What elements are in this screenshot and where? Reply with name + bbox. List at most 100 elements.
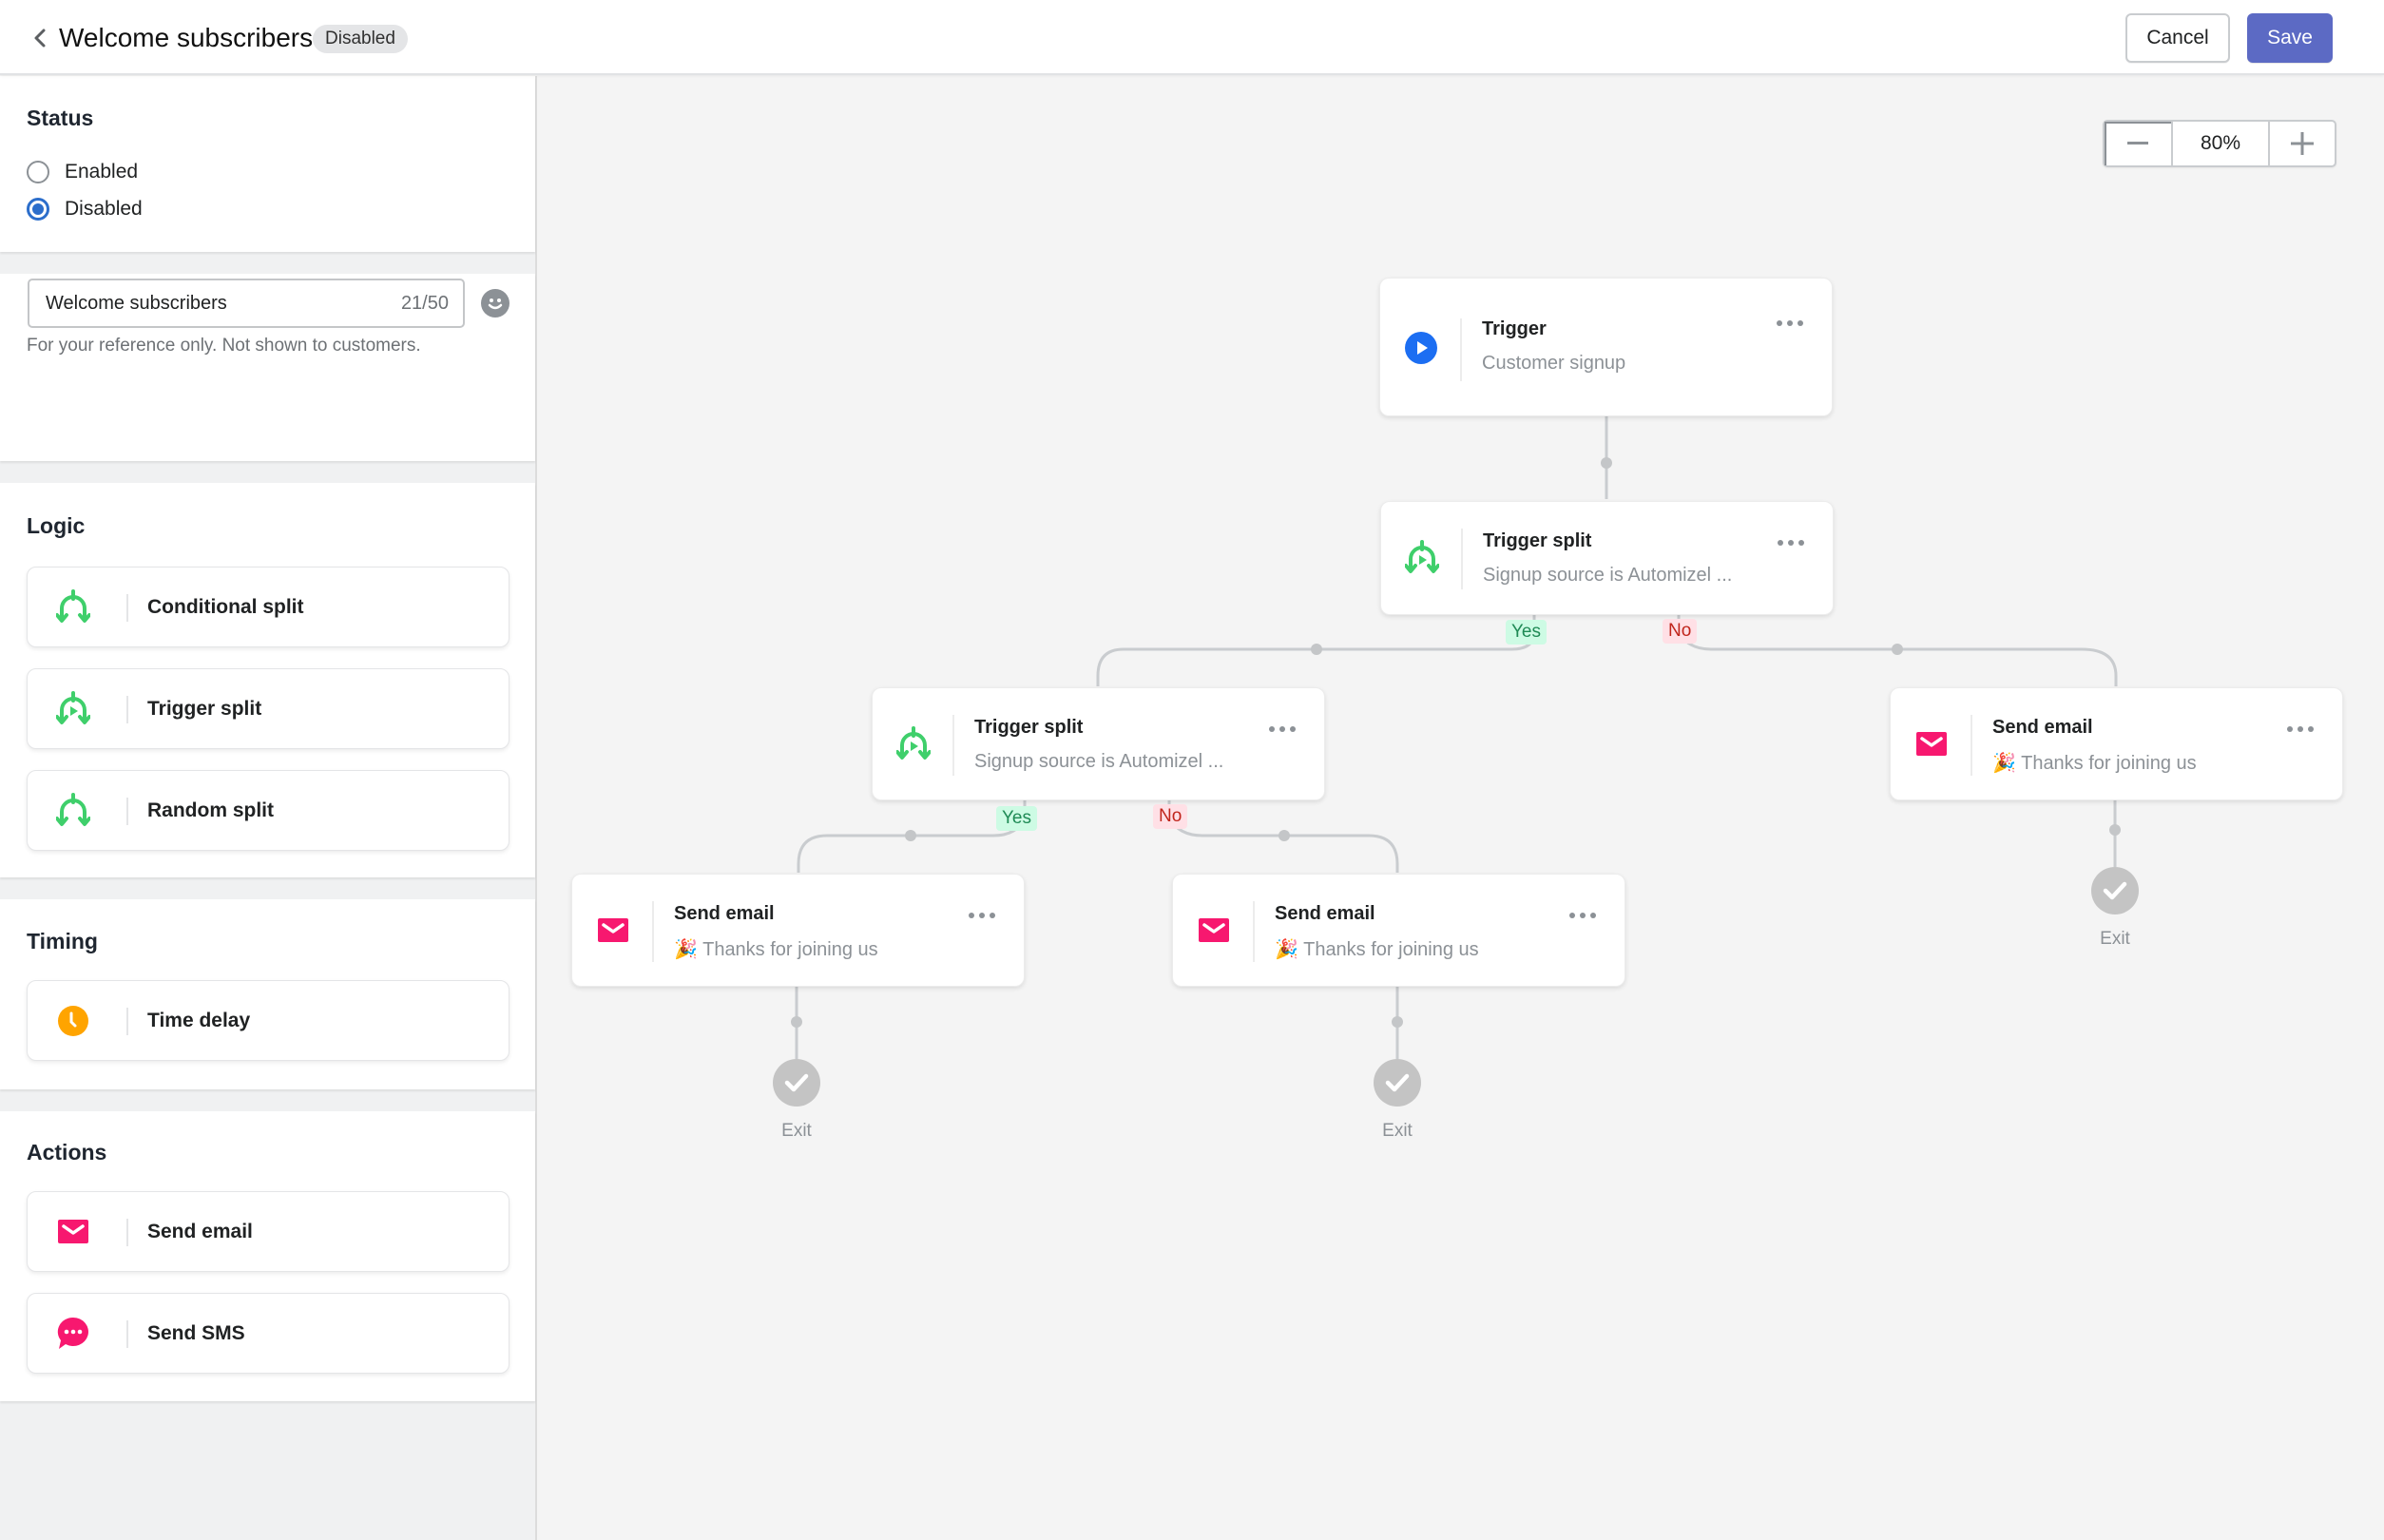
smiley-icon (488, 298, 503, 310)
divider (1971, 715, 1972, 776)
play-icon (1403, 330, 1439, 366)
flow-node-trigger-split[interactable]: Trigger split Signup source is Automizel… (1380, 501, 1834, 615)
branch-no-label: No (1153, 804, 1188, 829)
branch-no-label: No (1663, 619, 1698, 644)
email-icon (54, 1213, 92, 1251)
radio-disabled[interactable]: Disabled (27, 198, 143, 221)
exit-label: Exit (2100, 929, 2130, 949)
exit-label: Exit (781, 1121, 812, 1141)
save-button[interactable]: Save (2247, 13, 2333, 63)
node-title: Trigger split (1483, 530, 1592, 551)
divider (126, 1219, 128, 1246)
radio-disabled-control[interactable] (27, 198, 49, 221)
flow-node-send-email[interactable]: Send email 🎉 Thanks for joining us (1890, 687, 2343, 800)
timing-title: Timing (27, 929, 98, 953)
flow-node-send-email[interactable]: Send email 🎉 Thanks for joining us (571, 874, 1025, 987)
zoom-in-button[interactable] (2268, 122, 2335, 165)
timing-item-time-delay[interactable]: Time delay (27, 980, 509, 1061)
divider (126, 1008, 128, 1035)
zoom-control: 80% (2103, 120, 2336, 167)
logic-item-random-split[interactable]: Random split (27, 770, 509, 851)
node-title: Send email (1992, 717, 2093, 738)
more-options-button[interactable] (1269, 722, 1296, 736)
zoom-level: 80% (2200, 132, 2241, 154)
cancel-button[interactable]: Cancel (2125, 13, 2230, 63)
trigger-split-icon (895, 726, 932, 762)
divider (126, 696, 128, 723)
page-title: Welcome subscribers (59, 23, 314, 52)
status-title: Status (27, 106, 94, 130)
flow-node-send-email[interactable]: Send email 🎉 Thanks for joining us (1172, 874, 1625, 987)
email-icon (1196, 913, 1232, 949)
exit-node (773, 1059, 820, 1107)
node-title: Send email (1275, 903, 1375, 924)
flow-node-trigger-split[interactable]: Trigger split Signup source is Automizel… (872, 687, 1325, 800)
divider (652, 901, 654, 962)
radio-enabled-label: Enabled (65, 161, 139, 183)
timing-item-label: Time delay (147, 1010, 251, 1031)
checkmark-icon (2103, 881, 2127, 900)
divider (126, 594, 128, 622)
node-title: Trigger (1482, 318, 1547, 339)
checkmark-icon (1385, 1073, 1410, 1092)
node-subtitle: 🎉 Thanks for joining us (1275, 939, 1479, 960)
more-options-button[interactable] (969, 909, 995, 922)
trigger-split-icon (1404, 540, 1440, 576)
top-bar: Welcome subscribers Disabled Cancel Save (0, 0, 2384, 75)
exit-label: Exit (1382, 1121, 1413, 1141)
emoji-picker-button[interactable] (481, 289, 509, 318)
logic-item-conditional-split[interactable]: Conditional split (27, 567, 509, 647)
logic-item-label: Random split (147, 799, 275, 821)
exit-node (1374, 1059, 1421, 1107)
divider (1253, 901, 1255, 962)
flow-name-help-text: For your reference only. Not shown to cu… (27, 336, 421, 356)
node-subtitle: Customer signup (1482, 353, 1626, 374)
character-counter: 21/50 (400, 293, 449, 314)
logic-item-label: Conditional split (147, 596, 304, 618)
email-icon (595, 913, 631, 949)
status-section: Status Enabled Disabled (0, 76, 535, 252)
sms-icon (54, 1315, 92, 1353)
random-split-icon (54, 792, 92, 830)
logic-item-trigger-split[interactable]: Trigger split (27, 668, 509, 749)
exit-node (2091, 867, 2139, 914)
action-item-send-email[interactable]: Send email (27, 1191, 509, 1272)
branch-yes-label: Yes (996, 806, 1037, 831)
node-subtitle: 🎉 Thanks for joining us (674, 939, 878, 960)
branch-yes-label: Yes (1506, 620, 1547, 645)
status-badge: Disabled (313, 25, 408, 53)
divider (1460, 318, 1462, 381)
flow-name-input[interactable]: Welcome subscribers 21/50 (28, 279, 465, 328)
minus-icon (2127, 142, 2148, 144)
node-title: Trigger split (974, 717, 1084, 738)
more-options-button[interactable] (1777, 317, 1803, 330)
action-item-label: Send email (147, 1221, 253, 1242)
more-options-button[interactable] (1569, 909, 1596, 922)
radio-disabled-label: Disabled (65, 198, 143, 220)
radio-enabled[interactable]: Enabled (27, 161, 138, 183)
clock-icon (54, 1002, 92, 1040)
action-item-label: Send SMS (147, 1322, 245, 1344)
node-subtitle: 🎉 Thanks for joining us (1992, 753, 2197, 774)
checkmark-icon (784, 1073, 809, 1092)
back-button[interactable] (23, 21, 57, 55)
conditional-split-icon (54, 588, 92, 626)
divider (126, 1320, 128, 1348)
flow-node-trigger[interactable]: Trigger Customer signup (1379, 278, 1833, 416)
node-subtitle: Signup source is Automizel ... (974, 751, 1224, 772)
logic-item-label: Trigger split (147, 698, 262, 720)
actions-title: Actions (27, 1140, 107, 1165)
zoom-out-button[interactable] (2105, 122, 2173, 165)
trigger-split-icon (54, 690, 92, 728)
radio-enabled-control[interactable] (27, 161, 49, 183)
action-item-send-sms[interactable]: Send SMS (27, 1293, 509, 1374)
plus-icon (2291, 132, 2314, 155)
divider (126, 798, 128, 825)
more-options-button[interactable] (1778, 536, 1804, 549)
node-subtitle: Signup source is Automizel ... (1483, 565, 1733, 586)
more-options-button[interactable] (2287, 722, 2314, 736)
flow-name-value: Welcome subscribers (46, 293, 227, 314)
email-icon (1913, 726, 1950, 762)
divider (1461, 529, 1463, 589)
chevron-left-icon (34, 29, 46, 48)
